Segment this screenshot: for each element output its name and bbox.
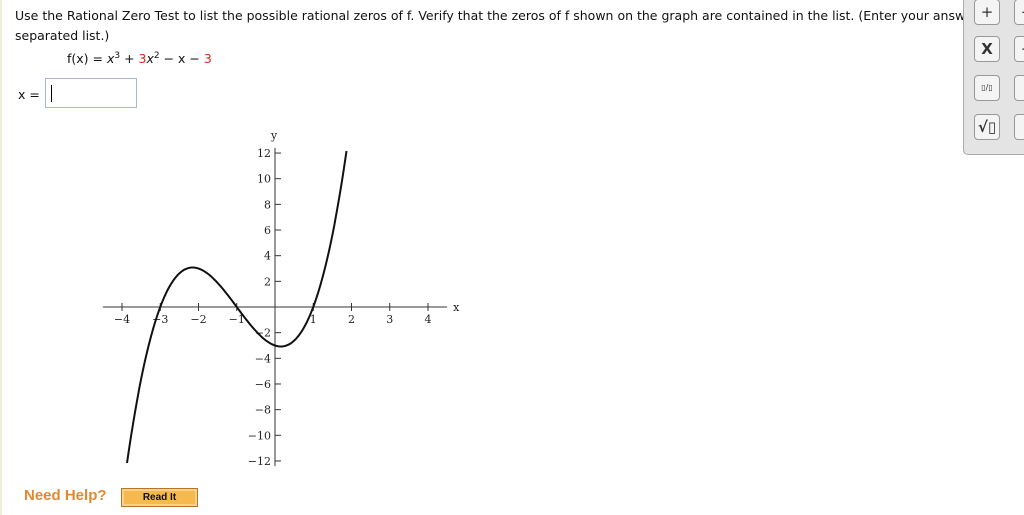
y-tick-label: 10 xyxy=(257,173,271,186)
y-tick-label: 12 xyxy=(257,147,271,160)
y-tick-label: −8 xyxy=(255,404,271,417)
y-tick-label: 8 xyxy=(264,198,271,211)
y-tick-label: −12 xyxy=(248,455,271,468)
function-curve xyxy=(126,150,348,464)
y-tick-label: −4 xyxy=(255,352,271,365)
y-tick-label: 2 xyxy=(264,275,271,288)
y-tick-label: 6 xyxy=(264,224,271,237)
need-help-label: Need Help? xyxy=(24,487,107,504)
x-tick-label: 4 xyxy=(425,313,432,326)
y-axis-label: y xyxy=(270,129,278,142)
x-tick-label: 2 xyxy=(348,313,355,326)
x-axis-label: x xyxy=(453,301,460,314)
function-graph: xy−4 −3 −2 −1 1 2 3 412108642−2−4−6−8−10−12 xyxy=(102,129,460,468)
x-tick-label: −2 xyxy=(190,313,206,326)
x-tick-label: 3 xyxy=(386,313,393,326)
x-tick-label: −4 xyxy=(114,313,130,326)
y-tick-label: −6 xyxy=(255,378,271,391)
y-tick-label: −10 xyxy=(248,429,271,442)
read-it-button[interactable]: Read It xyxy=(121,488,198,507)
y-tick-label: 4 xyxy=(264,250,271,263)
